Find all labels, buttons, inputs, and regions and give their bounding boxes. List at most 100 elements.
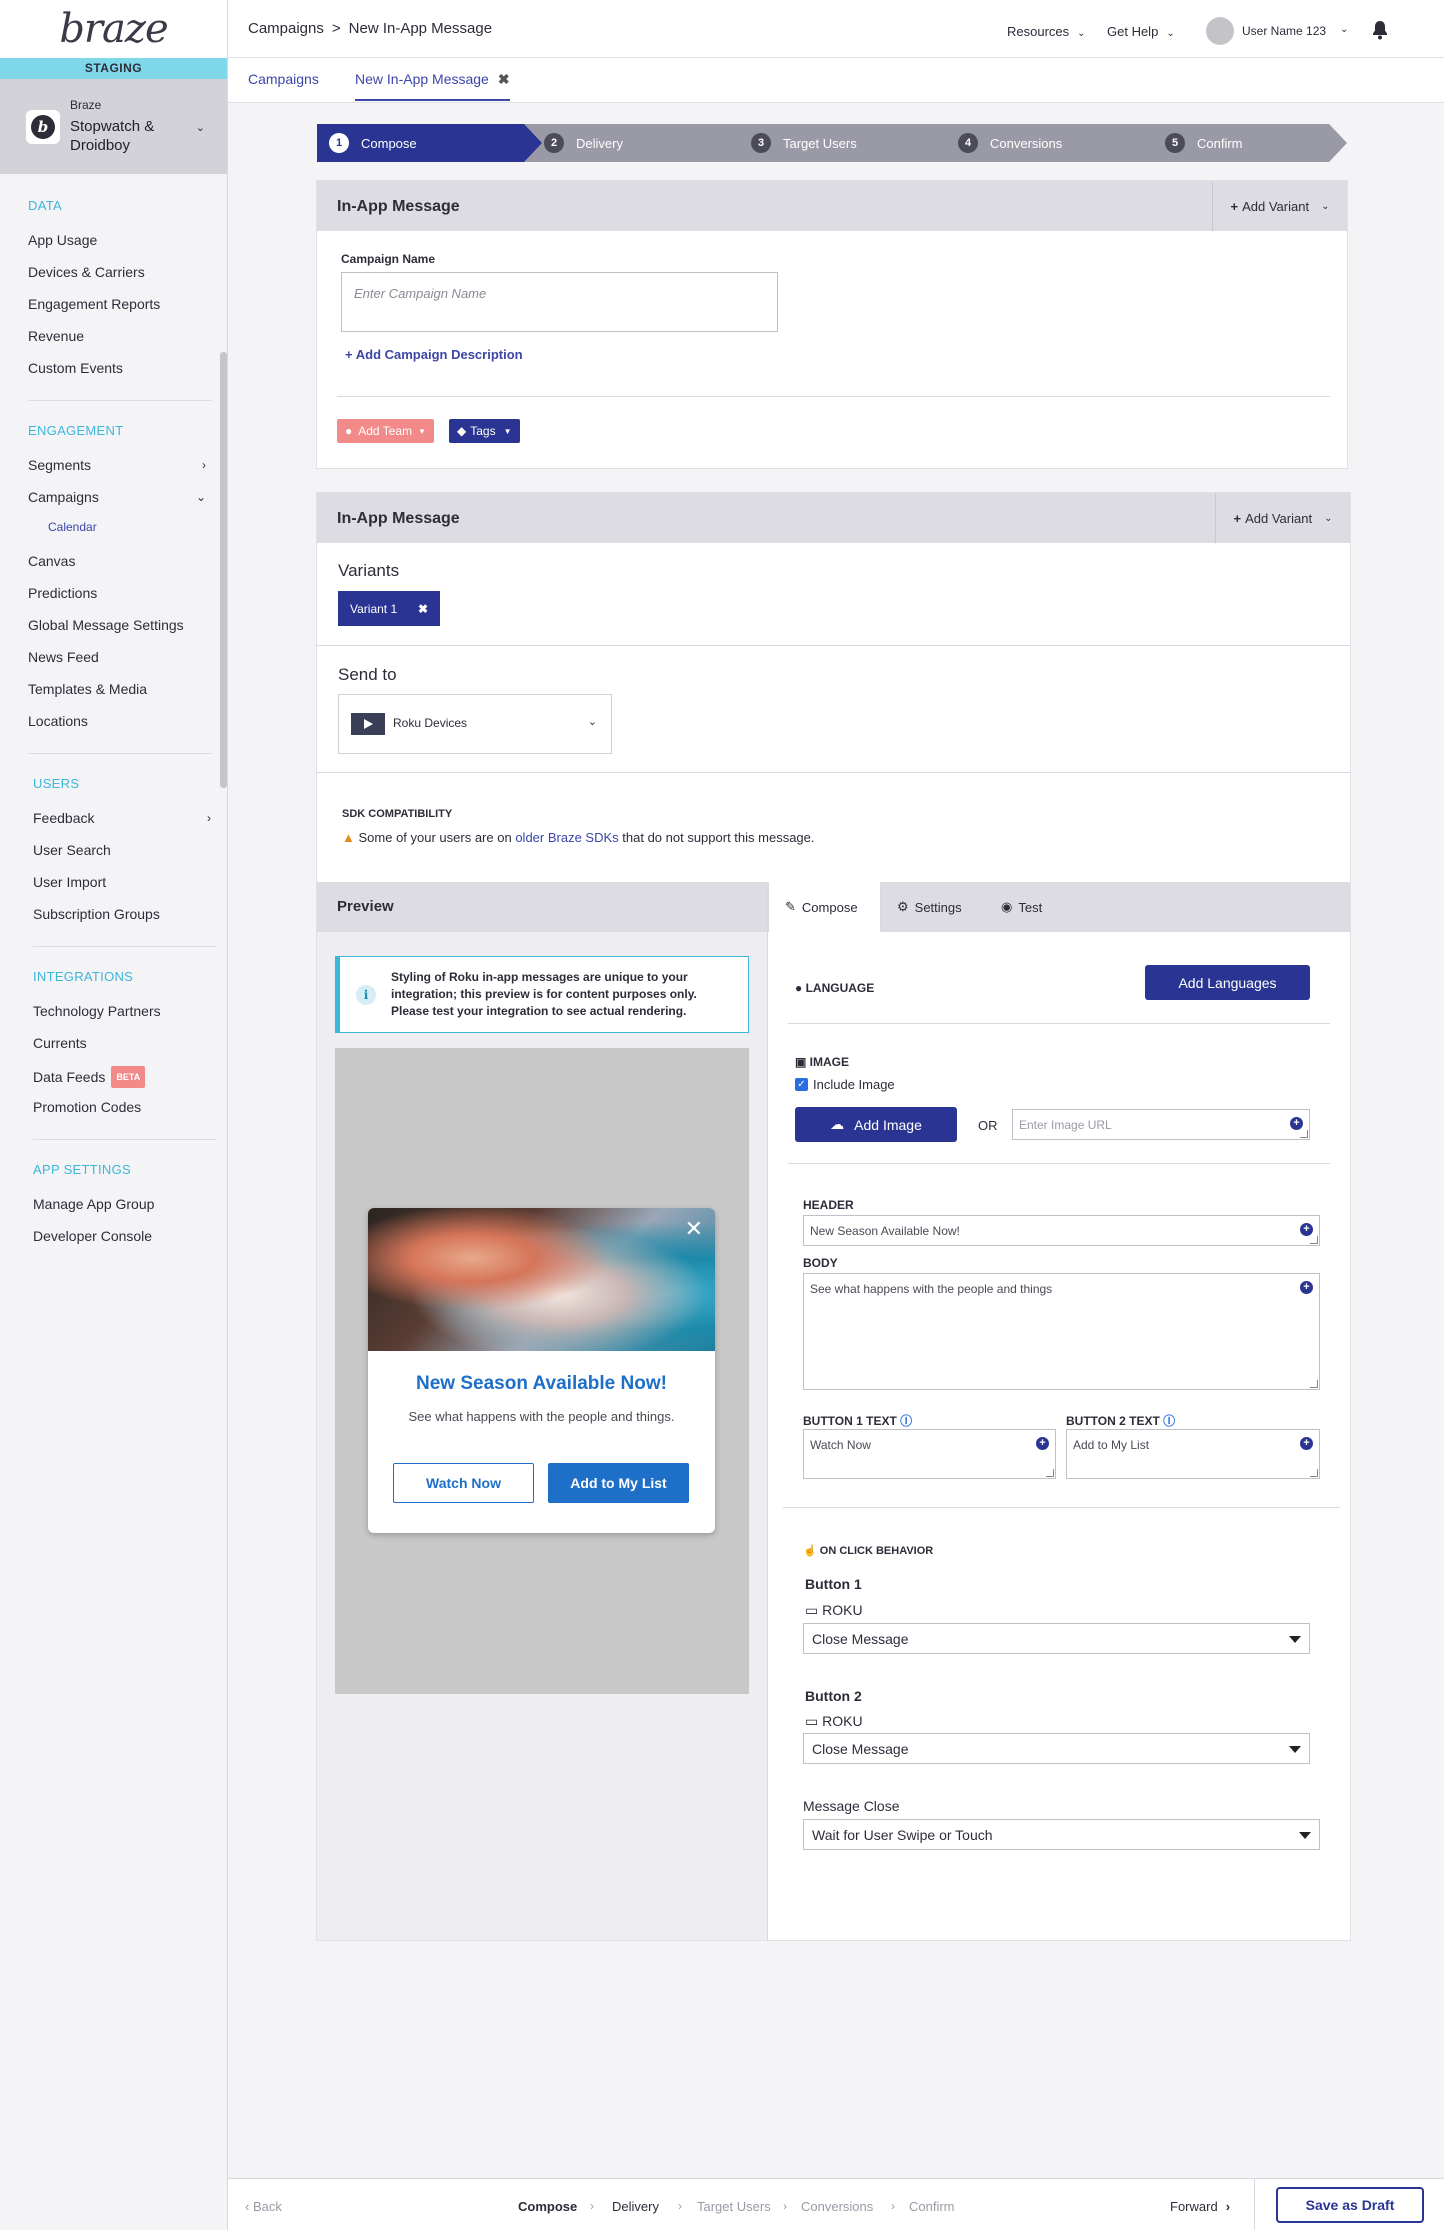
add-description-link[interactable]: + Add Campaign Description	[345, 347, 523, 362]
tab-campaigns[interactable]: Campaigns	[248, 71, 319, 87]
sidebar-item-currents[interactable]: Currents	[33, 1034, 211, 1066]
step-target-users[interactable]: 3 Target Users	[731, 124, 957, 162]
footer-step-target-users[interactable]: Target Users	[697, 2199, 771, 2214]
tab-label: Compose	[801, 899, 858, 915]
step-confirm[interactable]: 5 Confirm	[1145, 124, 1347, 162]
sidebar-item-developer-console[interactable]: Developer Console	[33, 1227, 211, 1259]
add-team-label: Add Team	[358, 424, 413, 438]
resize-handle[interactable]	[1046, 1469, 1054, 1477]
sidebar-item-user-search[interactable]: User Search	[33, 841, 211, 873]
tags-button[interactable]: ◆ Tags ▼	[449, 419, 520, 443]
user-name[interactable]: User Name 123	[1242, 24, 1326, 38]
sidebar-item-segments[interactable]: Segments ›	[28, 456, 206, 488]
button2-action-select[interactable]: Close Message	[803, 1733, 1310, 1764]
close-icon[interactable]: ✖	[498, 71, 510, 87]
back-button[interactable]: ‹ Back	[245, 2199, 282, 2214]
plus-icon[interactable]: +	[1300, 1437, 1313, 1450]
add-languages-button[interactable]: Add Languages	[1145, 965, 1310, 1000]
resize-handle[interactable]	[1310, 1469, 1318, 1477]
message-header: New Season Available Now!	[416, 1373, 667, 1394]
sidebar-subitem-calendar[interactable]: Calendar	[28, 520, 227, 552]
footer-step-compose[interactable]: Compose	[518, 2199, 577, 2214]
chevron-right-icon: ›	[590, 2199, 594, 2213]
variant-chip[interactable]: Variant 1 ✖	[338, 591, 440, 626]
tab-settings[interactable]: ⚙ Settings	[881, 882, 978, 932]
sidebar-item-templates-media[interactable]: Templates & Media	[28, 680, 206, 712]
footer-step-confirm[interactable]: Confirm	[909, 2199, 955, 2214]
forward-button[interactable]: Forward ›	[1170, 2199, 1230, 2214]
step-delivery[interactable]: 2 Delivery	[524, 124, 750, 162]
sidebar-item-data-feeds[interactable]: Data Feeds BETA	[33, 1066, 211, 1098]
sidebar-item-predictions[interactable]: Predictions	[28, 584, 206, 616]
get-help-menu[interactable]: Get Help ⌄	[1107, 24, 1175, 39]
preview-info-box: i Styling of Roku in-app messages are un…	[335, 956, 749, 1033]
chevron-down-icon[interactable]: ⌄	[1340, 24, 1348, 35]
sidebar-item-engagement-reports[interactable]: Engagement Reports	[28, 295, 206, 327]
image-url-input[interactable]: Enter Image URL +	[1012, 1109, 1310, 1140]
add-to-list-button[interactable]: Add to My List	[548, 1463, 689, 1503]
step-conversions[interactable]: 4 Conversions	[938, 124, 1164, 162]
breadcrumb-campaigns[interactable]: Campaigns	[248, 20, 324, 37]
sidebar-item-custom-events[interactable]: Custom Events	[28, 359, 206, 391]
button1-action-select[interactable]: Close Message	[803, 1623, 1310, 1654]
plus-icon[interactable]: +	[1036, 1437, 1049, 1450]
bell-icon[interactable]	[1371, 20, 1389, 43]
body-input[interactable]: See what happens with the people and thi…	[803, 1273, 1320, 1390]
sidebar-item-user-import[interactable]: User Import	[33, 873, 211, 905]
add-image-button[interactable]: ☁ Add Image	[795, 1107, 957, 1142]
sidebar-item-manage-app-group[interactable]: Manage App Group	[33, 1195, 211, 1227]
sidebar-item-campaigns[interactable]: Campaigns ⌄	[28, 488, 206, 520]
close-icon[interactable]: ✖	[418, 602, 428, 616]
footer-step-conversions[interactable]: Conversions	[801, 2199, 873, 2214]
footer-step-delivery[interactable]: Delivery	[612, 2199, 659, 2214]
plus-icon[interactable]: +	[1300, 1223, 1313, 1236]
logo-area[interactable]: braze	[0, 0, 227, 58]
include-image-checkbox[interactable]: ✓	[795, 1078, 808, 1091]
send-to-selector[interactable]: Roku Devices ⌄	[338, 694, 612, 754]
sidebar-item-promotion-codes[interactable]: Promotion Codes	[33, 1098, 211, 1130]
step-compose[interactable]: 1 Compose	[317, 124, 543, 162]
older-sdks-link[interactable]: older Braze SDKs	[515, 830, 618, 845]
campaign-name-input[interactable]: Enter Campaign Name	[341, 272, 778, 332]
plus-icon[interactable]: +	[1300, 1281, 1313, 1294]
chevron-down-icon[interactable]: ⌄	[196, 121, 205, 134]
avatar[interactable]	[1206, 17, 1234, 45]
sidebar-item-app-usage[interactable]: App Usage	[28, 231, 206, 263]
sidebar-item-locations[interactable]: Locations	[28, 712, 206, 744]
add-team-button[interactable]: ● Add Team ▼	[337, 419, 434, 443]
sidebar-item-devices-carriers[interactable]: Devices & Carriers	[28, 263, 206, 295]
button2-text-input[interactable]: Add to My List +	[1066, 1429, 1320, 1479]
sidebar-item-feedback[interactable]: Feedback ›	[33, 809, 211, 841]
sidebar-scrollbar[interactable]	[220, 352, 227, 788]
close-icon[interactable]: ✕	[685, 1216, 703, 1242]
sidebar-item-canvas[interactable]: Canvas	[28, 552, 206, 584]
add-description-label: Add Campaign Description	[355, 347, 523, 362]
resize-handle[interactable]	[1310, 1236, 1318, 1244]
tab-test[interactable]: ◉ Test	[985, 882, 1058, 932]
header-input[interactable]: New Season Available Now! +	[803, 1215, 1320, 1246]
button1-text-input[interactable]: Watch Now +	[803, 1429, 1056, 1479]
message-close-select[interactable]: Wait for User Swipe or Touch	[803, 1819, 1320, 1850]
sidebar-item-revenue[interactable]: Revenue	[28, 327, 206, 359]
add-variant-button[interactable]: + Add Variant ⌄	[1212, 181, 1347, 231]
resize-handle[interactable]	[1310, 1380, 1318, 1388]
watch-now-button[interactable]: Watch Now	[393, 1463, 534, 1503]
resources-menu[interactable]: Resources ⌄	[1007, 24, 1086, 39]
sidebar-item-news-feed[interactable]: News Feed	[28, 648, 206, 680]
info-icon[interactable]: ⓘ	[900, 1414, 912, 1428]
save-as-draft-button[interactable]: Save as Draft	[1276, 2187, 1424, 2223]
sidebar-item-global-message-settings[interactable]: Global Message Settings	[28, 616, 206, 648]
monitor-icon: ▭	[805, 1602, 823, 1618]
chevron-right-icon: ›	[891, 2199, 895, 2213]
braze-logo[interactable]: braze	[59, 6, 168, 52]
tab-compose[interactable]: ✎ Compose	[768, 882, 881, 932]
sidebar: braze STAGING b Braze Stopwatch & Droidb…	[0, 0, 228, 2230]
sidebar-item-technology-partners[interactable]: Technology Partners	[33, 1002, 211, 1034]
sidebar-item-subscription-groups[interactable]: Subscription Groups	[33, 905, 211, 937]
app-group-selector[interactable]: b Braze Stopwatch & Droidboy ⌄	[0, 79, 227, 174]
add-variant-button[interactable]: + Add Variant ⌄	[1215, 493, 1350, 543]
info-icon[interactable]: ⓘ	[1163, 1414, 1175, 1428]
tab-new-in-app-message[interactable]: New In-App Message ✖	[355, 71, 510, 101]
plus-icon[interactable]: +	[1290, 1117, 1303, 1130]
resize-handle[interactable]	[1300, 1130, 1308, 1138]
